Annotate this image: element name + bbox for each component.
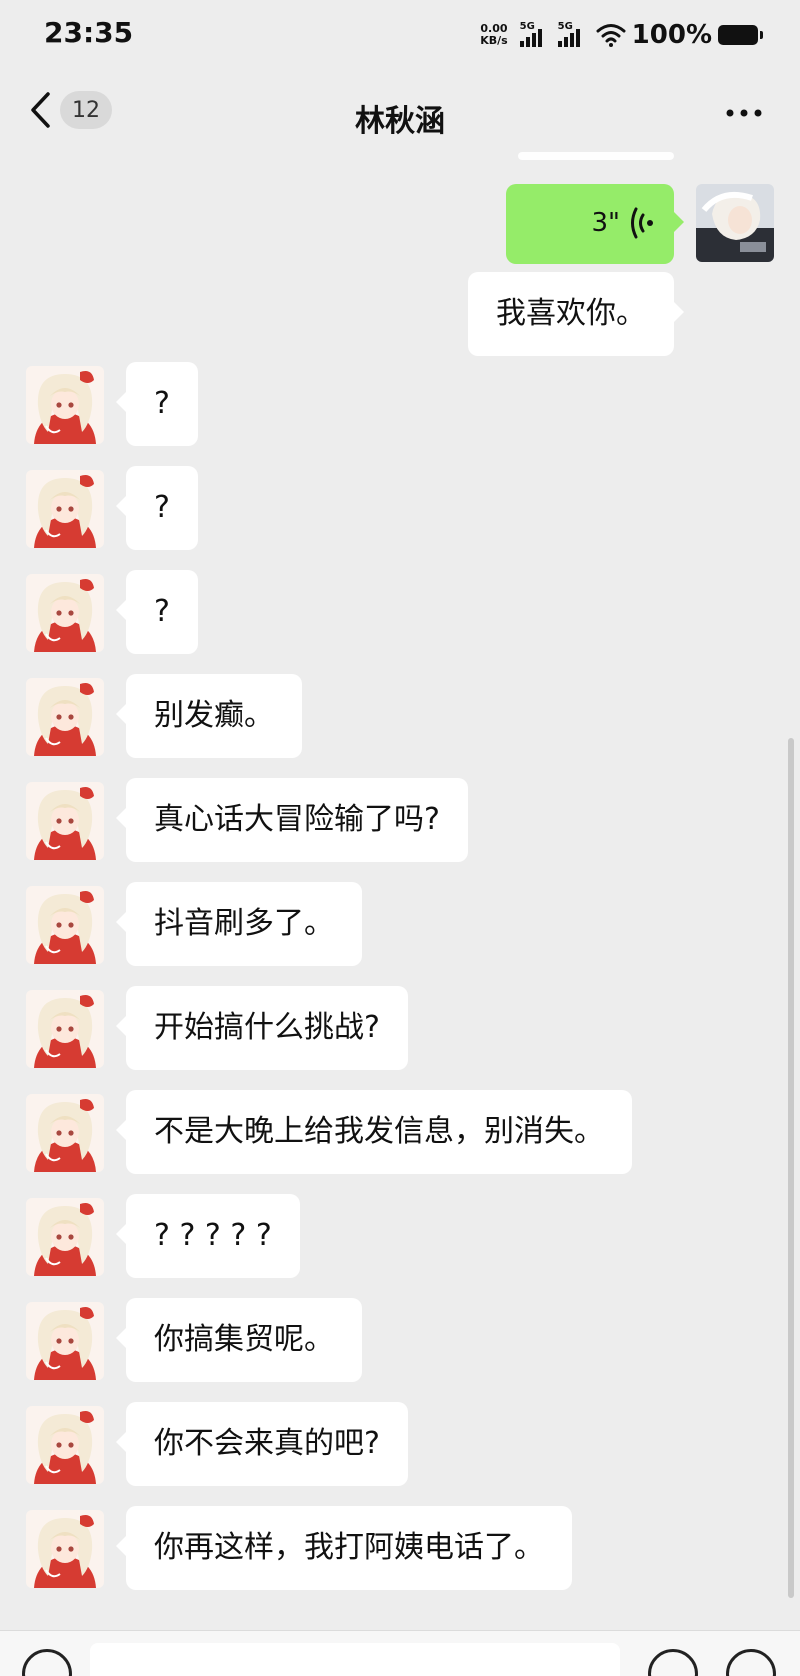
my-message-bubble[interactable]: 我喜欢你。 xyxy=(468,272,684,356)
contact-message-bubble[interactable]: ? ? ? ? ? xyxy=(116,1194,300,1278)
message-input[interactable] xyxy=(90,1643,620,1676)
contact-avatar[interactable] xyxy=(26,678,104,756)
message-text: 别发癫。 xyxy=(154,698,274,733)
contact-avatar[interactable] xyxy=(26,574,104,652)
voice-message-bubble[interactable]: 3" xyxy=(506,184,684,264)
contact-avatar[interactable] xyxy=(26,470,104,548)
add-attachment-button[interactable] xyxy=(726,1649,776,1676)
chat-header: 12 林秋涵 xyxy=(0,80,800,150)
contact-avatar[interactable] xyxy=(26,886,104,964)
message-text: 抖音刷多了。 xyxy=(154,906,334,941)
emoji-button[interactable] xyxy=(648,1649,698,1676)
net-speed-unit: KB/s xyxy=(480,34,508,47)
battery-percent: 100% xyxy=(631,20,712,50)
contact-avatar[interactable] xyxy=(26,990,104,1068)
contact-message-bubble[interactable]: ? xyxy=(116,362,198,446)
contact-message-bubble[interactable]: 别发癫。 xyxy=(116,674,302,758)
message-text: 你再这样，我打阿姨电话了。 xyxy=(154,1530,544,1565)
message-text: 开始搞什么挑战? xyxy=(154,1010,380,1045)
status-time: 23:35 xyxy=(44,16,134,49)
message-text: ? xyxy=(154,594,170,629)
contact-avatar[interactable] xyxy=(26,1198,104,1276)
contact-avatar[interactable] xyxy=(26,1302,104,1380)
message-text: 你搞集贸呢。 xyxy=(154,1322,334,1357)
message-text: 我喜欢你。 xyxy=(496,296,646,331)
contact-message-bubble[interactable]: 开始搞什么挑战? xyxy=(116,986,408,1070)
message-text: ? ? ? ? ? xyxy=(154,1218,272,1253)
contact-message-bubble[interactable]: 你搞集贸呢。 xyxy=(116,1298,362,1382)
contact-message-bubble[interactable]: 你再这样，我打阿姨电话了。 xyxy=(116,1506,572,1590)
signal-bars-icon: 5G xyxy=(519,21,550,47)
contact-message-bubble[interactable]: 你不会来真的吧? xyxy=(116,1402,408,1486)
contact-message-bubble[interactable]: ? xyxy=(116,466,198,550)
contact-message-bubble[interactable]: 抖音刷多了。 xyxy=(116,882,362,966)
message-text: 你不会来真的吧? xyxy=(154,1426,380,1461)
contact-message-bubble[interactable]: 真心话大冒险输了吗? xyxy=(116,778,468,862)
input-bar xyxy=(0,1630,800,1676)
my-avatar[interactable] xyxy=(696,184,774,262)
contact-avatar[interactable] xyxy=(26,366,104,444)
battery-icon xyxy=(718,25,763,45)
message-text: ? xyxy=(154,386,170,421)
contact-avatar[interactable] xyxy=(26,1406,104,1484)
message-text: ? xyxy=(154,490,170,525)
contact-message-bubble[interactable]: ? xyxy=(116,570,198,654)
voice-input-toggle-button[interactable] xyxy=(22,1649,72,1676)
message-text: 不是大晚上给我发信息，别消失。 xyxy=(154,1114,604,1149)
contact-avatar[interactable] xyxy=(26,1094,104,1172)
message-text: 真心话大冒险输了吗? xyxy=(154,802,440,837)
net-speed: 0.00 KB/s xyxy=(480,23,507,47)
previous-message-edge xyxy=(518,152,674,160)
status-indicators: 0.00 KB/s 5G 5G 100% xyxy=(480,20,763,50)
contact-avatar[interactable] xyxy=(26,1510,104,1588)
status-bar: 23:35 0.00 KB/s 5G 5G 100% xyxy=(0,0,800,72)
more-dots-icon xyxy=(726,109,762,117)
chat-screen: 23:35 0.00 KB/s 5G 5G 100% 12 林秋涵 3" 我喜欢… xyxy=(0,0,800,1676)
message-list[interactable]: 3" 我喜欢你。 ? ? ? 别发癫。 真心话大冒险输了吗? 抖音刷多了。 开始… xyxy=(0,150,800,1620)
more-options-button[interactable] xyxy=(724,98,764,128)
signal-bars-icon: 5G xyxy=(557,21,588,47)
scrollbar[interactable] xyxy=(788,738,794,1598)
contact-avatar[interactable] xyxy=(26,782,104,860)
voice-duration: 3" xyxy=(591,208,620,238)
chat-title: 林秋涵 xyxy=(355,104,445,139)
wifi-icon xyxy=(596,24,626,47)
contact-message-bubble[interactable]: 不是大晚上给我发信息，别消失。 xyxy=(116,1090,632,1174)
voice-wave-icon xyxy=(631,207,653,239)
